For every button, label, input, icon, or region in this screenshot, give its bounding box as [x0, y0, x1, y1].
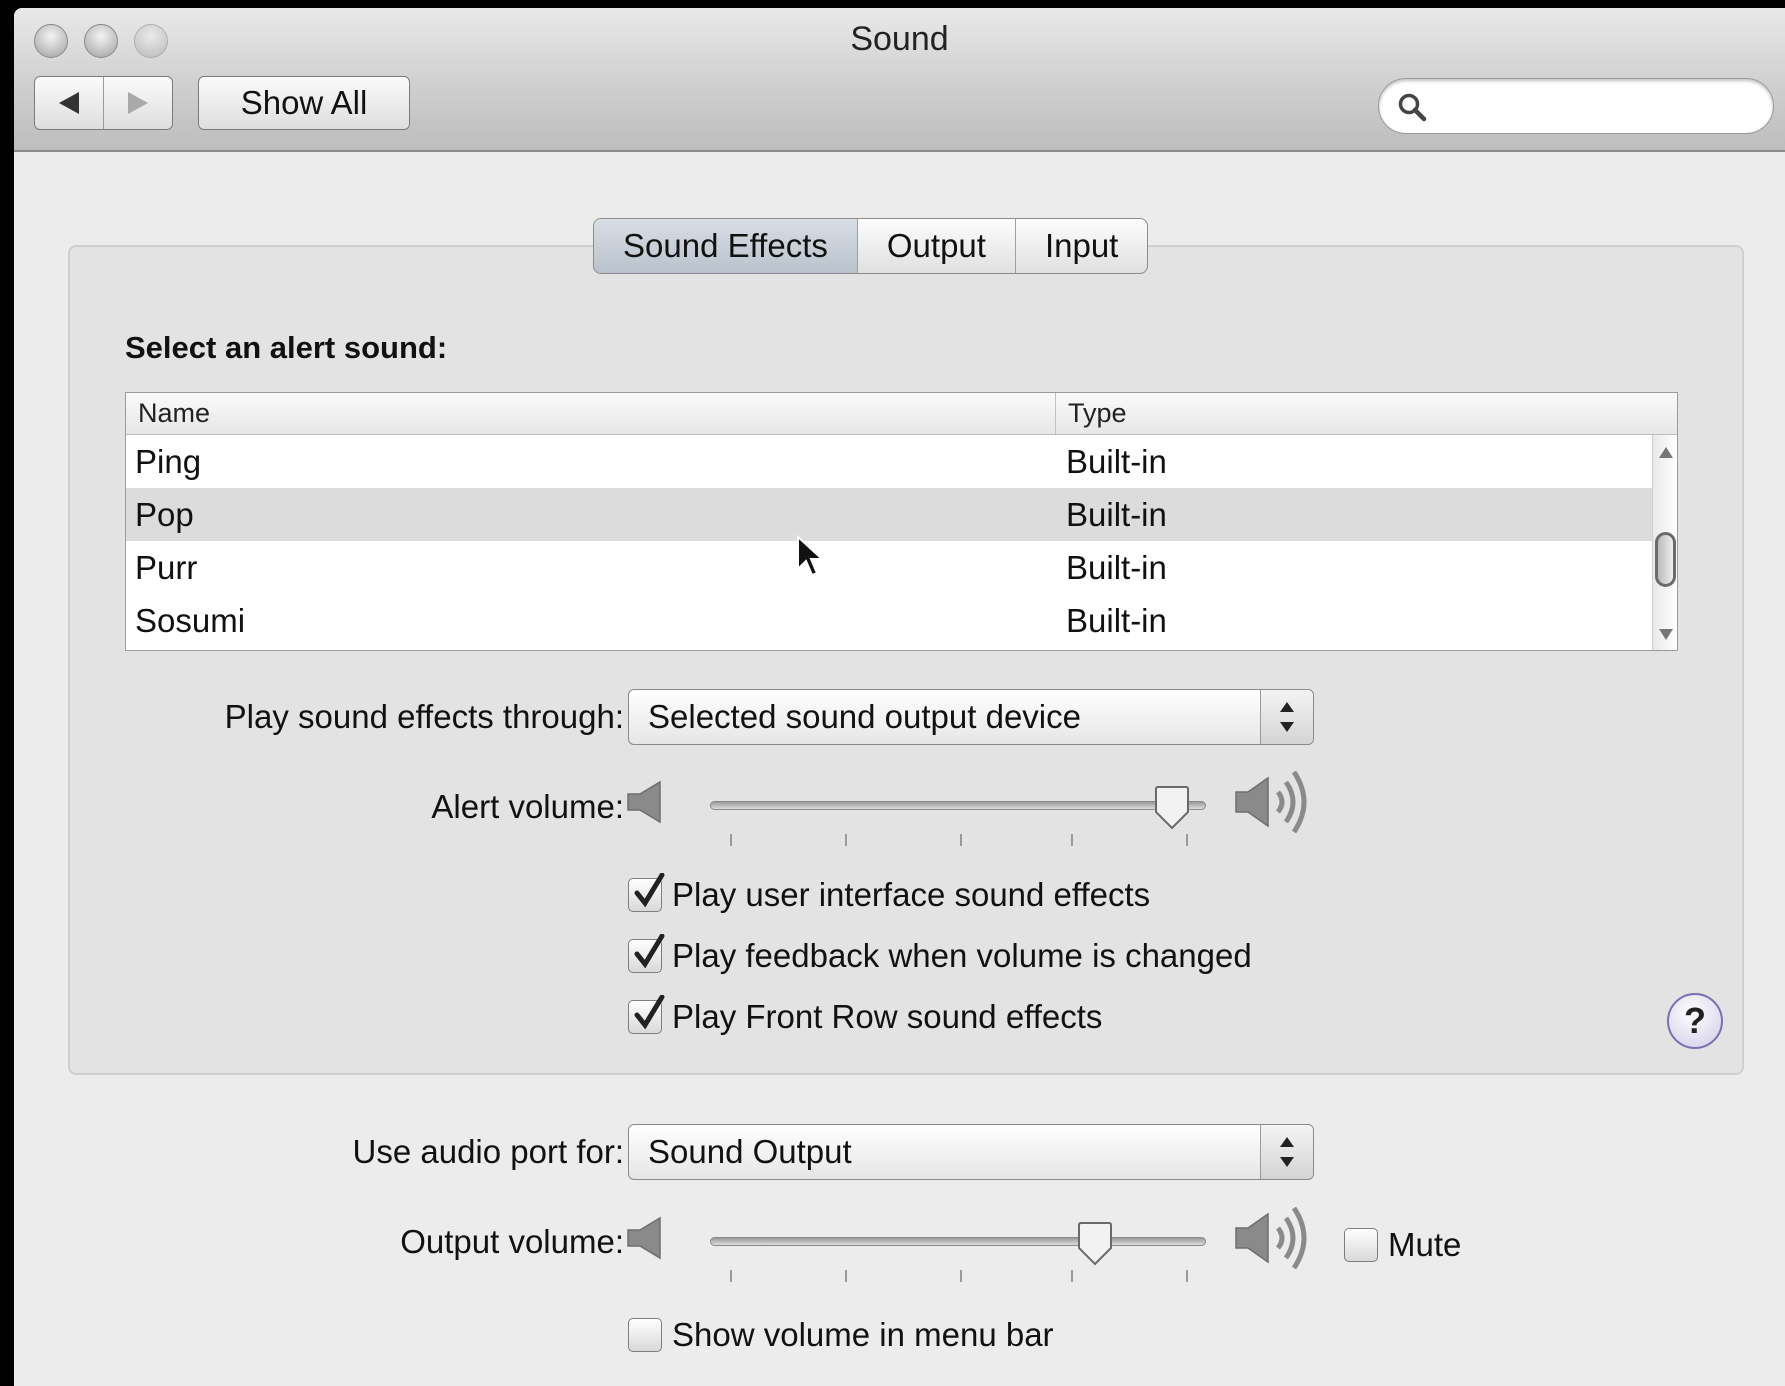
popup-arrows-icon [1260, 1125, 1313, 1179]
sound-name-cell: Purr [135, 548, 198, 586]
slider-tick [730, 1270, 732, 1282]
vertical-scrollbar[interactable] [1652, 435, 1677, 650]
volume-feedback-checkbox-row[interactable]: Play feedback when volume is changed [628, 934, 1252, 975]
volume-feedback-checkbox[interactable] [628, 934, 665, 973]
search-icon [1398, 93, 1427, 122]
back-forward-group [34, 76, 173, 130]
table-row[interactable]: Purr Built-in [126, 541, 1654, 594]
checkmark-icon [634, 934, 665, 969]
ui-sound-effects-label: Play user interface sound effects [672, 876, 1151, 913]
slider-tick [1071, 1270, 1073, 1282]
sound-type-cell: Built-in [1066, 548, 1167, 586]
mute-checkbox[interactable] [1344, 1228, 1378, 1262]
output-volume-slider[interactable] [710, 1216, 1206, 1286]
volume-feedback-label: Play feedback when volume is changed [672, 937, 1252, 974]
mouse-pointer-icon [797, 535, 825, 577]
alert-sound-heading: Select an alert sound: [125, 330, 448, 365]
play-through-value: Selected sound output device [648, 698, 1081, 735]
back-button[interactable] [35, 77, 103, 129]
sound-type-cell: Built-in [1066, 495, 1167, 533]
slider-knob[interactable] [1152, 786, 1192, 830]
table-row-selected[interactable]: Pop Built-in [126, 488, 1654, 541]
mute-label: Mute [1388, 1226, 1462, 1263]
slider-tick [845, 1270, 847, 1282]
forward-button[interactable] [103, 77, 172, 129]
slider-tick [1186, 834, 1188, 846]
speaker-quiet-icon [627, 780, 661, 824]
search-input[interactable] [1439, 87, 1749, 127]
menu-bar-volume-label: Show volume in menu bar [672, 1316, 1054, 1353]
checkmark-icon [634, 873, 665, 908]
ui-sound-effects-checkbox[interactable] [628, 873, 665, 912]
sound-type-cell: Built-in [1066, 442, 1167, 480]
toolbar: Sound Show All [14, 8, 1785, 152]
column-header-type[interactable]: Type [1056, 393, 1677, 434]
forward-arrow-icon [128, 92, 148, 114]
slider-tick [1071, 834, 1073, 846]
slider-track [710, 801, 1206, 810]
front-row-checkbox-row[interactable]: Play Front Row sound effects [628, 995, 1103, 1036]
tab-output[interactable]: Output [856, 219, 1015, 273]
alert-volume-slider[interactable] [710, 780, 1206, 850]
audio-port-popup[interactable]: Sound Output [628, 1124, 1314, 1180]
show-all-button[interactable]: Show All [198, 76, 410, 130]
slider-knob[interactable] [1075, 1222, 1115, 1266]
speaker-loud-icon [1235, 1206, 1307, 1270]
sound-name-cell: Sosumi [135, 601, 246, 639]
slider-track [710, 1237, 1206, 1246]
audio-port-label: Use audio port for: [352, 1133, 624, 1170]
menu-bar-volume-checkbox[interactable] [628, 1318, 662, 1352]
table-body: Ping Built-in Pop Built-in Purr Built-in… [126, 435, 1654, 647]
back-arrow-icon [59, 92, 79, 114]
front-row-checkbox[interactable] [628, 995, 665, 1034]
sound-preferences-window: Sound Show All Sound Effects Output Inpu… [14, 8, 1785, 1386]
table-header: Name Type [126, 393, 1677, 435]
help-button[interactable]: ? [1667, 993, 1723, 1049]
play-through-label: Play sound effects through: [224, 698, 624, 735]
sound-name-cell: Ping [135, 442, 202, 480]
slider-tick [730, 834, 732, 846]
sound-type-cell: Built-in [1066, 601, 1167, 639]
alert-volume-label: Alert volume: [431, 788, 624, 825]
scroll-down-arrow-icon[interactable] [1659, 629, 1673, 640]
popup-arrows-icon [1260, 690, 1313, 744]
scroll-thumb[interactable] [1655, 532, 1676, 587]
scroll-up-arrow-icon[interactable] [1659, 447, 1673, 458]
alert-sound-table: Name Type Ping Built-in Pop Built-in Pur… [125, 392, 1678, 651]
sound-name-cell: Pop [135, 495, 194, 533]
front-row-label: Play Front Row sound effects [672, 998, 1103, 1035]
checkmark-icon [634, 995, 665, 1030]
table-row[interactable]: Sosumi Built-in [126, 594, 1654, 647]
menu-bar-volume-checkbox-row[interactable]: Show volume in menu bar [628, 1316, 1054, 1354]
tab-sound-effects[interactable]: Sound Effects [594, 219, 857, 273]
speaker-loud-icon [1235, 770, 1307, 834]
table-row[interactable]: Ping Built-in [126, 435, 1654, 488]
audio-port-value: Sound Output [648, 1133, 852, 1170]
tab-bar: Sound Effects Output Input [593, 218, 1149, 274]
output-volume-label: Output volume: [400, 1223, 624, 1260]
slider-tick [845, 834, 847, 846]
speaker-quiet-icon [627, 1216, 661, 1260]
tab-input[interactable]: Input [1014, 219, 1147, 273]
search-field[interactable] [1378, 78, 1774, 134]
window-title: Sound [850, 20, 949, 58]
slider-tick [1186, 1270, 1188, 1282]
slider-tick [960, 834, 962, 846]
ui-sound-effects-checkbox-row[interactable]: Play user interface sound effects [628, 873, 1151, 914]
play-through-popup[interactable]: Selected sound output device [628, 689, 1314, 745]
mute-checkbox-row[interactable]: Mute [1344, 1226, 1461, 1264]
slider-tick [960, 1270, 962, 1282]
column-header-name[interactable]: Name [126, 393, 1056, 434]
